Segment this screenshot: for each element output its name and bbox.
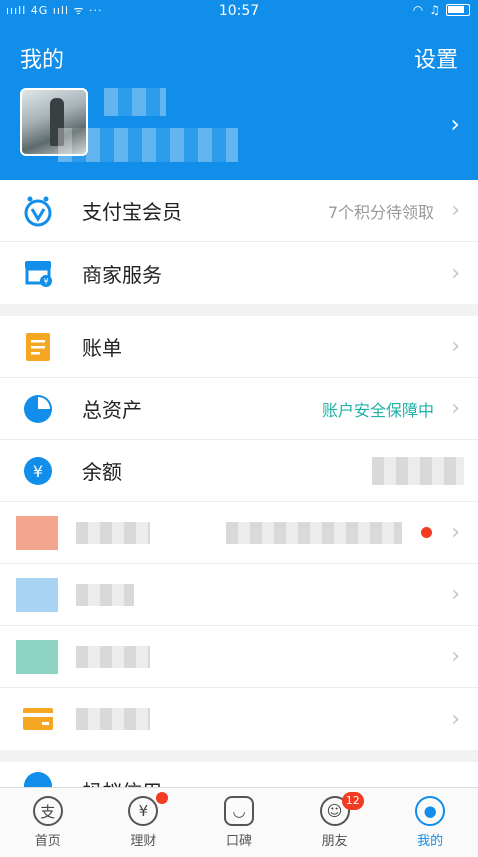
- chevron-right-icon: ›: [451, 396, 460, 421]
- yuan-icon: ¥: [22, 455, 54, 487]
- points-hint: 7个积分待领取: [327, 202, 434, 222]
- icon-redacted: [16, 639, 58, 674]
- bottom-tab-bar: 支 首页 ¥ 理财 ◡ 口碑 12 ☺ 朋友 ● 我的: [0, 787, 478, 857]
- label-redacted: [76, 521, 150, 544]
- list-item-card[interactable]: ›: [0, 688, 478, 750]
- tab-label: 我的: [417, 834, 444, 849]
- list-item-redacted-3[interactable]: ›: [0, 626, 478, 688]
- label-redacted: [76, 645, 150, 668]
- list-item-credit[interactable]: 蚂蚁信用: [0, 762, 478, 787]
- chevron-right-icon: ›: [451, 644, 460, 669]
- chevron-right-icon: ›: [451, 260, 460, 286]
- list-item-balance[interactable]: ¥ 余额: [0, 440, 478, 502]
- list-item-label: 商家服务: [82, 262, 162, 287]
- koubei-icon: ◡: [223, 796, 254, 826]
- ant-credit-icon: [22, 770, 54, 787]
- status-icons: ◠ ♫: [413, 3, 470, 17]
- battery-icon: [446, 4, 470, 16]
- membership-group: 支付宝会员 7个积分待领取 › ¥ 商家服务 ›: [0, 180, 478, 304]
- chevron-right-icon: ›: [451, 334, 460, 359]
- tab-koubei[interactable]: ◡ 口碑: [191, 788, 287, 857]
- clock: 10:57: [218, 3, 260, 19]
- tab-label: 朋友: [321, 834, 348, 849]
- list-item-label: 蚂蚁信用: [82, 776, 162, 787]
- pie-chart-icon: [22, 393, 54, 425]
- tab-label: 理财: [130, 834, 157, 849]
- list-item-label: 余额: [82, 460, 122, 484]
- chevron-right-icon: ›: [451, 198, 460, 223]
- credit-group: 蚂蚁信用: [0, 762, 478, 787]
- chevron-right-icon: ›: [451, 582, 460, 607]
- svg-text:¥: ¥: [43, 277, 48, 286]
- tab-me[interactable]: ● 我的: [382, 788, 478, 857]
- list-item-redacted-1[interactable]: ›: [0, 502, 478, 564]
- bill-icon: [22, 331, 54, 363]
- wealth-icon: ¥: [128, 796, 159, 826]
- list-item-total-assets[interactable]: 总资产 账户安全保障中 ›: [0, 378, 478, 440]
- card-icon: [22, 703, 54, 735]
- hint-redacted: [226, 521, 402, 544]
- icon-redacted: [16, 577, 58, 612]
- list-item-member[interactable]: 支付宝会员 7个积分待领取 ›: [0, 180, 478, 242]
- me-icon: ●: [415, 796, 446, 826]
- assets-group: 账单 › 总资产 账户安全保障中 › ¥ 余额 › › › ›: [0, 316, 478, 750]
- svg-text:¥: ¥: [33, 462, 43, 481]
- store-icon: ¥: [22, 257, 54, 289]
- notification-dot: [421, 527, 432, 538]
- profile-header: 我的 设置 ›: [0, 24, 478, 180]
- list-item-label: 支付宝会员: [82, 200, 182, 224]
- friends-badge: 12: [341, 792, 364, 810]
- list-item-label: 账单: [82, 336, 122, 360]
- member-icon: [22, 195, 54, 227]
- username-redacted: [104, 88, 166, 116]
- chevron-right-icon: ›: [451, 520, 460, 545]
- headset-icon: ◠: [412, 3, 424, 17]
- list-item-merchant[interactable]: ¥ 商家服务 ›: [0, 242, 478, 304]
- home-icon: 支: [32, 796, 63, 826]
- list-item-bill[interactable]: 账单 ›: [0, 316, 478, 378]
- label-redacted: [76, 583, 134, 606]
- balance-redacted: [372, 456, 464, 485]
- icon-redacted: [16, 515, 58, 550]
- security-hint: 账户安全保障中: [321, 400, 434, 420]
- tab-wealth[interactable]: ¥ 理财: [96, 788, 192, 857]
- profile-chevron-icon[interactable]: ›: [450, 110, 460, 138]
- notification-dot: [155, 792, 168, 804]
- tab-label: 首页: [34, 834, 61, 849]
- label-redacted: [76, 708, 150, 730]
- page-title: 我的: [20, 48, 65, 73]
- mute-icon: ♫: [429, 3, 440, 17]
- settings-button[interactable]: 设置: [414, 42, 458, 74]
- account-redacted: [58, 128, 238, 162]
- list-item-redacted-2[interactable]: ›: [0, 564, 478, 626]
- tab-label: 口碑: [225, 834, 252, 849]
- chevron-right-icon: ›: [451, 706, 460, 732]
- tab-home[interactable]: 支 首页: [0, 788, 96, 857]
- status-bar: ıııll 4G ııll ᯤ ··· 10:57 ◠ ♫: [0, 0, 478, 24]
- tab-friends[interactable]: 12 ☺ 朋友: [287, 788, 383, 857]
- list-item-label: 总资产: [82, 398, 142, 422]
